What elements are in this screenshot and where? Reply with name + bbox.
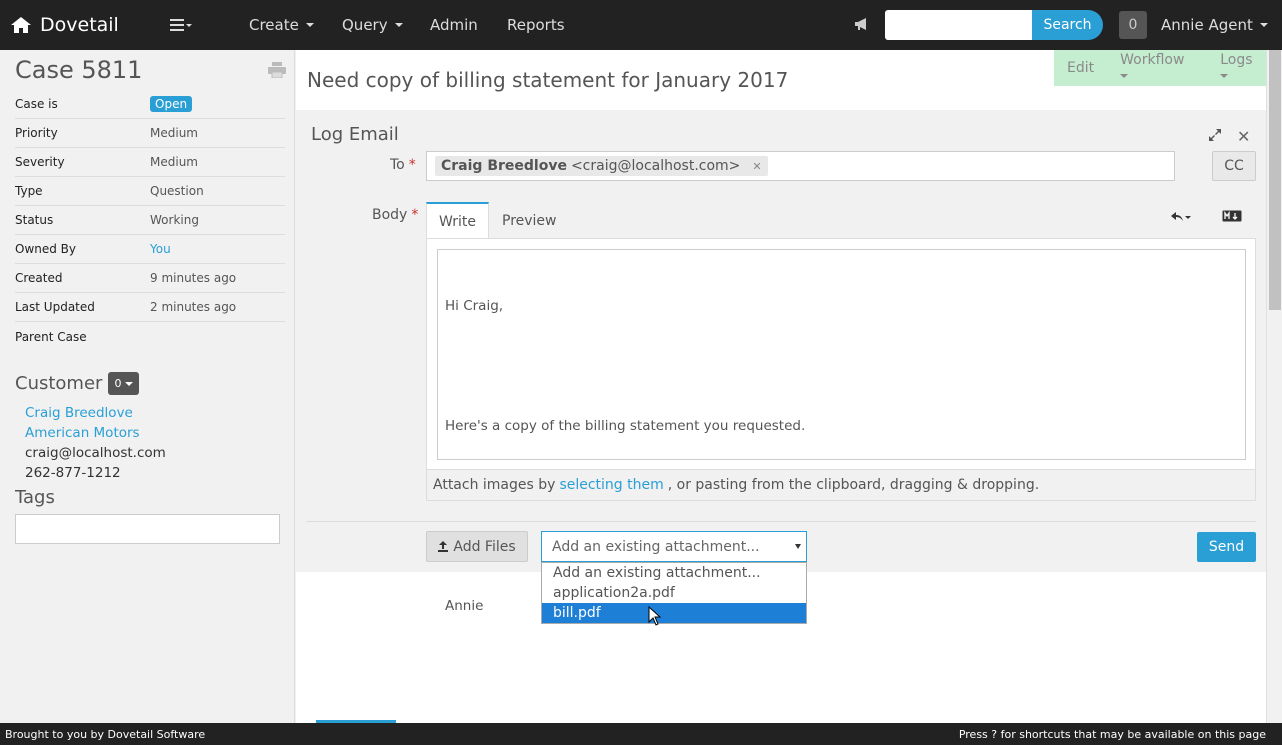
logs-menu[interactable]: Logs bbox=[1207, 52, 1266, 84]
case-info-list: Case is Open Priority Medium Severity Mediu… bbox=[15, 90, 285, 351]
remove-recipient-icon[interactable]: ✕ bbox=[752, 160, 761, 173]
case-sidebar: Case 5811 Case is Open Priority Medium Sev… bbox=[0, 50, 295, 723]
add-files-button[interactable]: Add Files bbox=[426, 531, 528, 562]
mouse-pointer-icon bbox=[648, 605, 662, 630]
status-badge: Open bbox=[150, 96, 193, 112]
case-info-row: Last Updated 2 minutes ago bbox=[15, 293, 285, 322]
chevron-down-icon bbox=[1120, 74, 1129, 78]
required-marker: * bbox=[411, 207, 419, 223]
tab-write[interactable]: Write bbox=[426, 202, 489, 239]
recipient-token: Craig Breedlove <craig@localhost.com> ✕ bbox=[435, 156, 768, 176]
print-icon[interactable] bbox=[267, 62, 287, 82]
log-email-panel: Log Email ✕ To * Craig Breedlove <craig@l… bbox=[296, 110, 1266, 614]
footer-shortcut-hint: Press ? for shortcuts that may be availa… bbox=[958, 727, 1266, 741]
chevron-down-icon bbox=[394, 23, 403, 27]
case-title: Case 5811 bbox=[15, 56, 143, 84]
attach-images-hint: Attach images by selecting them , or pas… bbox=[426, 469, 1256, 501]
upload-icon bbox=[438, 541, 449, 552]
divider bbox=[306, 521, 1256, 522]
markdown-icon[interactable] bbox=[1222, 210, 1242, 226]
nav-admin[interactable]: Admin bbox=[430, 0, 478, 50]
megaphone-icon[interactable] bbox=[853, 16, 871, 36]
case-info-row: Severity Medium bbox=[15, 148, 285, 177]
case-info-row: Case is Open bbox=[15, 90, 285, 119]
customer-email: craig@localhost.com bbox=[25, 445, 166, 461]
case-info-row: Parent Case bbox=[15, 329, 87, 344]
nav-query[interactable]: Query bbox=[342, 0, 403, 50]
close-icon[interactable]: ✕ bbox=[1237, 127, 1250, 146]
tags-heading: Tags bbox=[15, 487, 55, 508]
case-info-row: Created 9 minutes ago bbox=[15, 264, 285, 293]
select-images-link[interactable]: selecting them bbox=[559, 477, 663, 493]
body-line bbox=[445, 356, 1238, 376]
send-button[interactable]: Send bbox=[1197, 532, 1256, 562]
case-info-row: Priority Medium bbox=[15, 119, 285, 148]
attachment-dropdown-list: Add an existing attachment... applicatio… bbox=[541, 562, 807, 624]
expand-icon[interactable] bbox=[1208, 128, 1222, 146]
nav-create[interactable]: Create bbox=[249, 0, 314, 50]
chevron-down-icon bbox=[1220, 74, 1229, 78]
case-info-row: Status Working bbox=[15, 206, 285, 235]
workflow-menu[interactable]: Workflow bbox=[1107, 52, 1194, 84]
home-icon bbox=[11, 17, 31, 33]
search-button[interactable]: Search bbox=[1032, 10, 1103, 40]
dropdown-option[interactable]: application2a.pdf bbox=[542, 583, 806, 603]
brand-name: Dovetail bbox=[40, 14, 119, 36]
edit-button[interactable]: Edit bbox=[1067, 60, 1094, 76]
tags-input[interactable] bbox=[15, 514, 280, 544]
email-body-textarea[interactable]: Hi Craig, Here's a copy of the billing s… bbox=[437, 249, 1246, 614]
recipient-name: Craig Breedlove bbox=[441, 158, 567, 174]
hamburger-menu-icon[interactable] bbox=[170, 14, 194, 36]
to-label: To * bbox=[390, 157, 416, 173]
body-line: Here's a copy of the billing statement y… bbox=[445, 418, 806, 434]
customer-count-button[interactable]: 0 bbox=[108, 372, 140, 395]
notification-badge[interactable]: 0 bbox=[1119, 11, 1147, 39]
customer-heading: Customer 0 bbox=[15, 372, 140, 395]
nav-reports[interactable]: Reports bbox=[507, 0, 565, 50]
dropdown-option-selected[interactable]: bill.pdf bbox=[542, 603, 806, 623]
footer-credit: Brought to you by Dovetail Software bbox=[5, 727, 206, 741]
chevron-down-icon bbox=[1259, 23, 1268, 27]
owner-link[interactable]: You bbox=[150, 242, 171, 256]
chevron-down-icon bbox=[795, 544, 801, 549]
reply-icon[interactable] bbox=[1170, 211, 1192, 227]
top-navbar: Dovetail Create Query Admin Reports Sear… bbox=[0, 0, 1282, 50]
to-recipient-field[interactable]: Craig Breedlove <craig@localhost.com> ✕ bbox=[426, 151, 1175, 181]
customer-details: Craig Breedlove American Motors craig@lo… bbox=[25, 403, 166, 483]
body-line: Hi Craig, bbox=[445, 298, 504, 314]
brand-link[interactable]: Dovetail bbox=[10, 0, 119, 50]
footer: Brought to you by Dovetail Software Pres… bbox=[0, 723, 1282, 745]
cc-button[interactable]: CC bbox=[1212, 151, 1256, 181]
existing-attachment-select[interactable]: Add an existing attachment... bbox=[541, 531, 807, 562]
log-email-title: Log Email bbox=[311, 124, 399, 145]
chevron-down-icon bbox=[305, 23, 314, 27]
recipient-email: <craig@localhost.com> bbox=[570, 158, 741, 174]
dropdown-option[interactable]: Add an existing attachment... bbox=[542, 563, 806, 583]
scrollbar-thumb[interactable] bbox=[1269, 50, 1281, 310]
body-label: Body * bbox=[372, 207, 419, 223]
customer-company-link[interactable]: American Motors bbox=[25, 423, 166, 443]
customer-name-link[interactable]: Craig Breedlove bbox=[25, 403, 166, 423]
search-input[interactable] bbox=[885, 10, 1035, 40]
case-action-bar: Edit Workflow Logs bbox=[1054, 50, 1266, 86]
case-info-row: Owned By You bbox=[15, 235, 285, 264]
tab-preview[interactable]: Preview bbox=[490, 202, 569, 239]
customer-phone: 262-877-1212 bbox=[25, 465, 121, 481]
case-subject: Need copy of billing statement for Janua… bbox=[307, 68, 789, 92]
page-scrollbar[interactable] bbox=[1266, 50, 1282, 723]
editor-container: Hi Craig, Here's a copy of the billing s… bbox=[426, 238, 1256, 614]
chevron-down-icon bbox=[125, 382, 134, 386]
required-marker: * bbox=[408, 157, 416, 173]
case-info-row: Type Question bbox=[15, 177, 285, 206]
user-menu[interactable]: Annie Agent bbox=[1161, 0, 1268, 50]
